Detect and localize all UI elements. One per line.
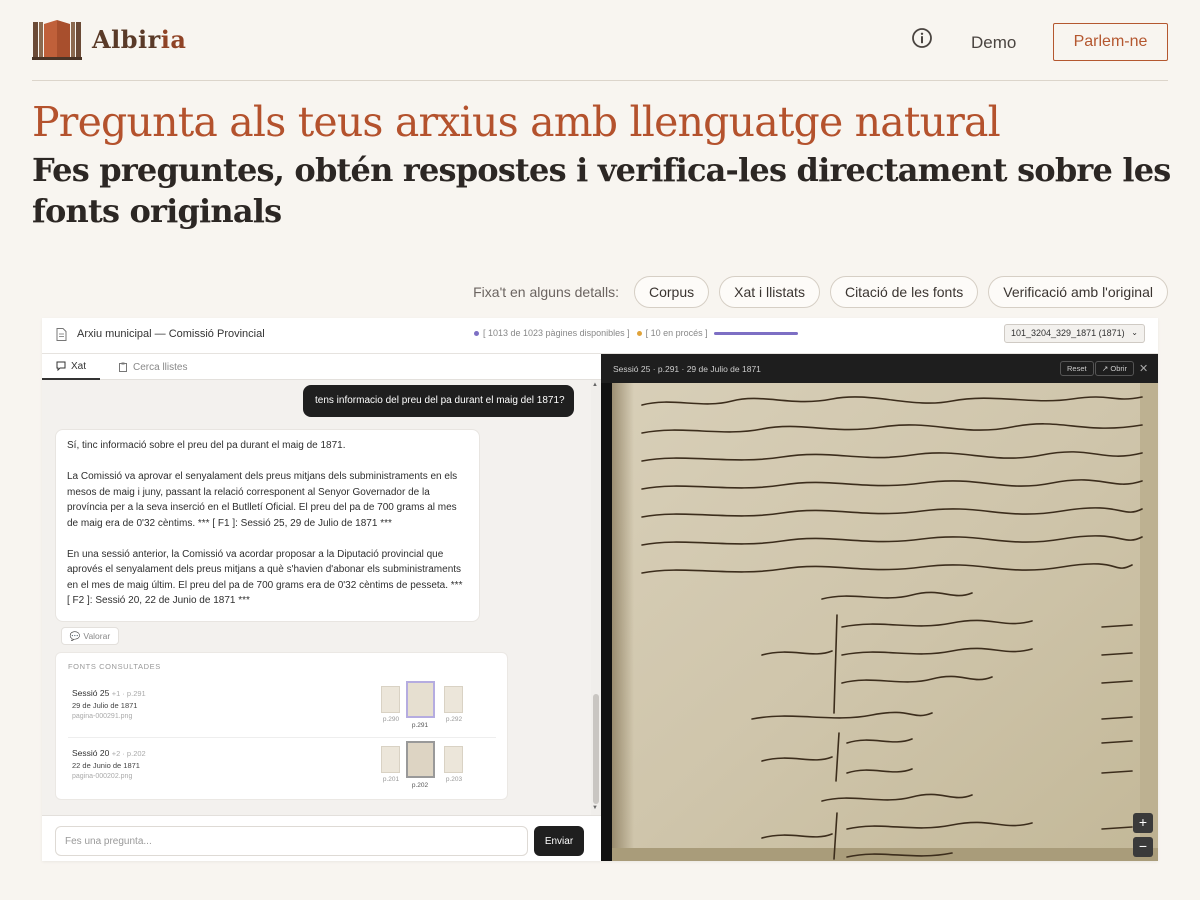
source-row[interactable]: Sessió 20 +2 · p.202 22 de Junio de 1871…	[68, 741, 496, 798]
user-message: tens informacio del preu del pa durant e…	[303, 385, 574, 417]
source-file: pagina-000291.png	[72, 713, 133, 720]
pages-in-process: [ 10 en procés ]	[645, 328, 708, 338]
clipboard-icon	[119, 362, 127, 372]
source-file: pagina-000202.png	[72, 773, 133, 780]
assistant-message: Sí, tinc informació sobre el preu del pa…	[55, 429, 480, 622]
contact-button[interactable]: Parlem-ne	[1053, 23, 1168, 61]
brand[interactable]: Albiria	[32, 18, 186, 60]
thumbnail-label: p.202	[411, 782, 429, 789]
chip-chat-lists[interactable]: Xat i llistats	[719, 276, 820, 308]
page-thumbnail-selected[interactable]	[406, 741, 435, 778]
source-date: 29 de Julio de 1871	[72, 701, 138, 710]
question-input[interactable]	[55, 826, 528, 856]
app-header: Arxiu municipal — Comissió Provincial [ …	[42, 318, 1158, 354]
book-logo-icon	[32, 20, 82, 60]
archive-title: Arxiu municipal — Comissió Provincial	[77, 328, 265, 340]
feature-chips: Fixa't en alguns detalls: Corpus Xat i l…	[473, 276, 1168, 308]
document-select-value: 101_3204_329_1871 (1871)	[1011, 328, 1125, 338]
tab-list-search[interactable]: Cerca llistes	[104, 354, 201, 380]
chat-input-bar: Enviar	[42, 815, 601, 861]
thumbnail-label: p.203	[445, 776, 463, 783]
chip-verification[interactable]: Verificació amb l'original	[988, 276, 1168, 308]
rate-icon: 💬	[69, 630, 81, 641]
sources-panel: FONTS CONSULTADES Sessió 25 +1 · p.291 2…	[55, 652, 508, 800]
assistant-paragraph: La Comissió va aprovar el senyalament de…	[67, 471, 458, 529]
processing-status: [ 1013 de 1023 pàgines disponibles ] [ 1…	[474, 328, 708, 338]
document-icon	[56, 328, 67, 341]
open-button[interactable]: ↗ Obrir	[1095, 361, 1135, 376]
assistant-paragraph: Sí, tinc informació sobre el preu del pa…	[67, 440, 346, 451]
pages-available: [ 1013 de 1023 pàgines disponibles ]	[483, 328, 630, 338]
chip-corpus[interactable]: Corpus	[634, 276, 710, 308]
chips-label: Fixa't en alguns detalls:	[473, 284, 619, 300]
processing-dot-icon	[636, 330, 642, 336]
viewer-title: Sessió 25 · p.291 · 29 de Julio de 1871	[613, 364, 761, 374]
assistant-paragraph: En una sessió anterior, la Comissió va a…	[67, 548, 463, 607]
source-name: Sessió 25 +1 · p.291	[72, 688, 146, 698]
chat-tabs: Xat Cerca llistes	[42, 354, 601, 380]
rate-label: Valorar	[83, 631, 111, 641]
viewer-toolbar: Sessió 25 · p.291 · 29 de Julio de 1871 …	[601, 354, 1158, 383]
thumbnail-label: p.290	[382, 716, 400, 723]
source-row[interactable]: Sessió 25 +1 · p.291 29 de Julio de 1871…	[68, 681, 496, 738]
chat-scrollbar-thumb[interactable]	[593, 694, 599, 804]
hero-subtitle: Fes preguntes, obtén respostes i verific…	[32, 151, 1171, 230]
available-dot-icon	[474, 330, 479, 336]
source-date: 22 de Junio de 1871	[72, 761, 140, 770]
document-viewer: Sessió 25 · p.291 · 29 de Julio de 1871 …	[601, 354, 1158, 861]
zoom-out-button[interactable]: −	[1133, 837, 1153, 857]
sources-title: FONTS CONSULTADES	[68, 662, 161, 671]
tab-chat-label: Xat	[71, 360, 87, 372]
scroll-down-icon[interactable]: ▼	[592, 805, 598, 811]
progress-bar	[714, 332, 798, 335]
close-icon[interactable]: ✕	[1139, 362, 1148, 375]
page-thumbnail[interactable]	[444, 686, 463, 713]
page-thumbnail[interactable]	[381, 746, 400, 773]
demo-link[interactable]: Demo	[971, 33, 1016, 53]
hero-title: Pregunta als teus arxius amb llenguatge …	[32, 98, 1001, 146]
top-nav: Albiria Demo Parlem-ne	[32, 0, 1168, 81]
page-thumbnail[interactable]	[381, 686, 400, 713]
rate-button[interactable]: 💬 Valorar	[61, 627, 119, 645]
manuscript-page-image[interactable]	[612, 383, 1158, 861]
source-name: Sessió 20 +2 · p.202	[72, 748, 146, 758]
page-thumbnail[interactable]	[444, 746, 463, 773]
chat-bubble-icon	[56, 361, 66, 371]
send-button[interactable]: Enviar	[534, 826, 584, 856]
page-thumbnail-selected[interactable]	[406, 681, 435, 718]
document-select[interactable]: 101_3204_329_1871 (1871) ⌄	[1004, 324, 1145, 343]
zoom-in-button[interactable]: +	[1133, 813, 1153, 833]
scroll-up-icon[interactable]: ▲	[592, 382, 598, 388]
chip-source-citation[interactable]: Citació de les fonts	[829, 276, 979, 308]
app-preview: Arxiu municipal — Comissió Provincial [ …	[42, 318, 1158, 861]
info-icon[interactable]	[911, 27, 933, 49]
thumbnail-label: p.201	[382, 776, 400, 783]
tab-chat[interactable]: Xat	[42, 354, 101, 380]
brand-name: Albiria	[92, 24, 187, 54]
chat-pane: Xat Cerca llistes tens informacio del pr…	[42, 354, 601, 861]
chevron-down-icon: ⌄	[1131, 328, 1138, 337]
thumbnail-label: p.291	[411, 722, 429, 729]
thumbnail-label: p.292	[445, 716, 463, 723]
reset-button[interactable]: Reset	[1060, 361, 1094, 376]
tab-list-search-label: Cerca llistes	[133, 361, 188, 373]
